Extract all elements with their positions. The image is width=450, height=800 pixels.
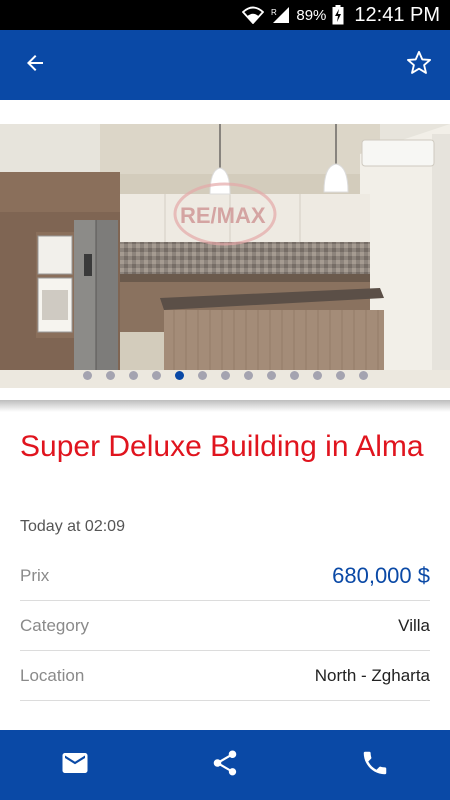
clock: 12:41 PM [354,3,440,26]
share-button[interactable] [195,735,255,795]
page-dot[interactable] [243,371,253,380]
detail-label: Category [20,615,89,635]
listing-title: Super Deluxe Building in Alma [20,430,424,463]
gallery-divider [0,400,450,412]
photo-gallery[interactable]: RE/MAX [0,100,450,412]
detail-row-category: Category Villa [20,601,430,651]
detail-row-price: Prix 680,000 $ [20,551,430,601]
page-dot[interactable] [289,371,299,380]
page-dot[interactable] [312,371,322,380]
page-dot[interactable] [266,371,276,380]
price-value: 680,000 $ [332,562,430,588]
bottom-action-bar [0,730,450,800]
detail-label: Prix [20,565,50,585]
page-dot[interactable] [197,371,207,380]
page-dot[interactable] [82,371,92,380]
page-dot[interactable] [358,371,368,380]
property-photo[interactable]: RE/MAX [0,124,450,388]
page-dot[interactable] [105,371,115,380]
battery-charging-icon [332,5,344,25]
phone-icon [360,748,390,783]
page-dot[interactable] [335,371,345,380]
page-dot[interactable] [220,371,230,380]
page-dot-active[interactable] [174,371,184,380]
signal-icon: R [270,6,290,24]
star-outline-icon [405,49,433,82]
email-button[interactable] [45,735,105,795]
app-bar [0,30,450,100]
detail-label: Location [20,665,85,685]
status-bar: R 89% 12:41 PM [0,0,450,30]
detail-row-location: Location North - Zgharta [20,651,430,701]
wifi-icon [242,6,265,24]
share-icon [210,748,240,783]
category-value: Villa [398,615,430,635]
page-dot[interactable] [128,371,138,380]
phone-button[interactable] [345,735,405,795]
remax-watermark: RE/MAX [180,203,266,228]
page-dot[interactable] [151,371,161,380]
back-button[interactable] [20,50,50,80]
svg-text:R: R [271,8,277,17]
battery-percent: 89% [296,6,327,24]
email-icon [60,748,90,783]
location-value: North - Zgharta [314,665,430,685]
favorite-button[interactable] [402,48,436,82]
arrow-back-icon [23,51,47,80]
gallery-page-indicator [0,371,450,380]
listing-date: Today at 02:09 [20,518,125,535]
